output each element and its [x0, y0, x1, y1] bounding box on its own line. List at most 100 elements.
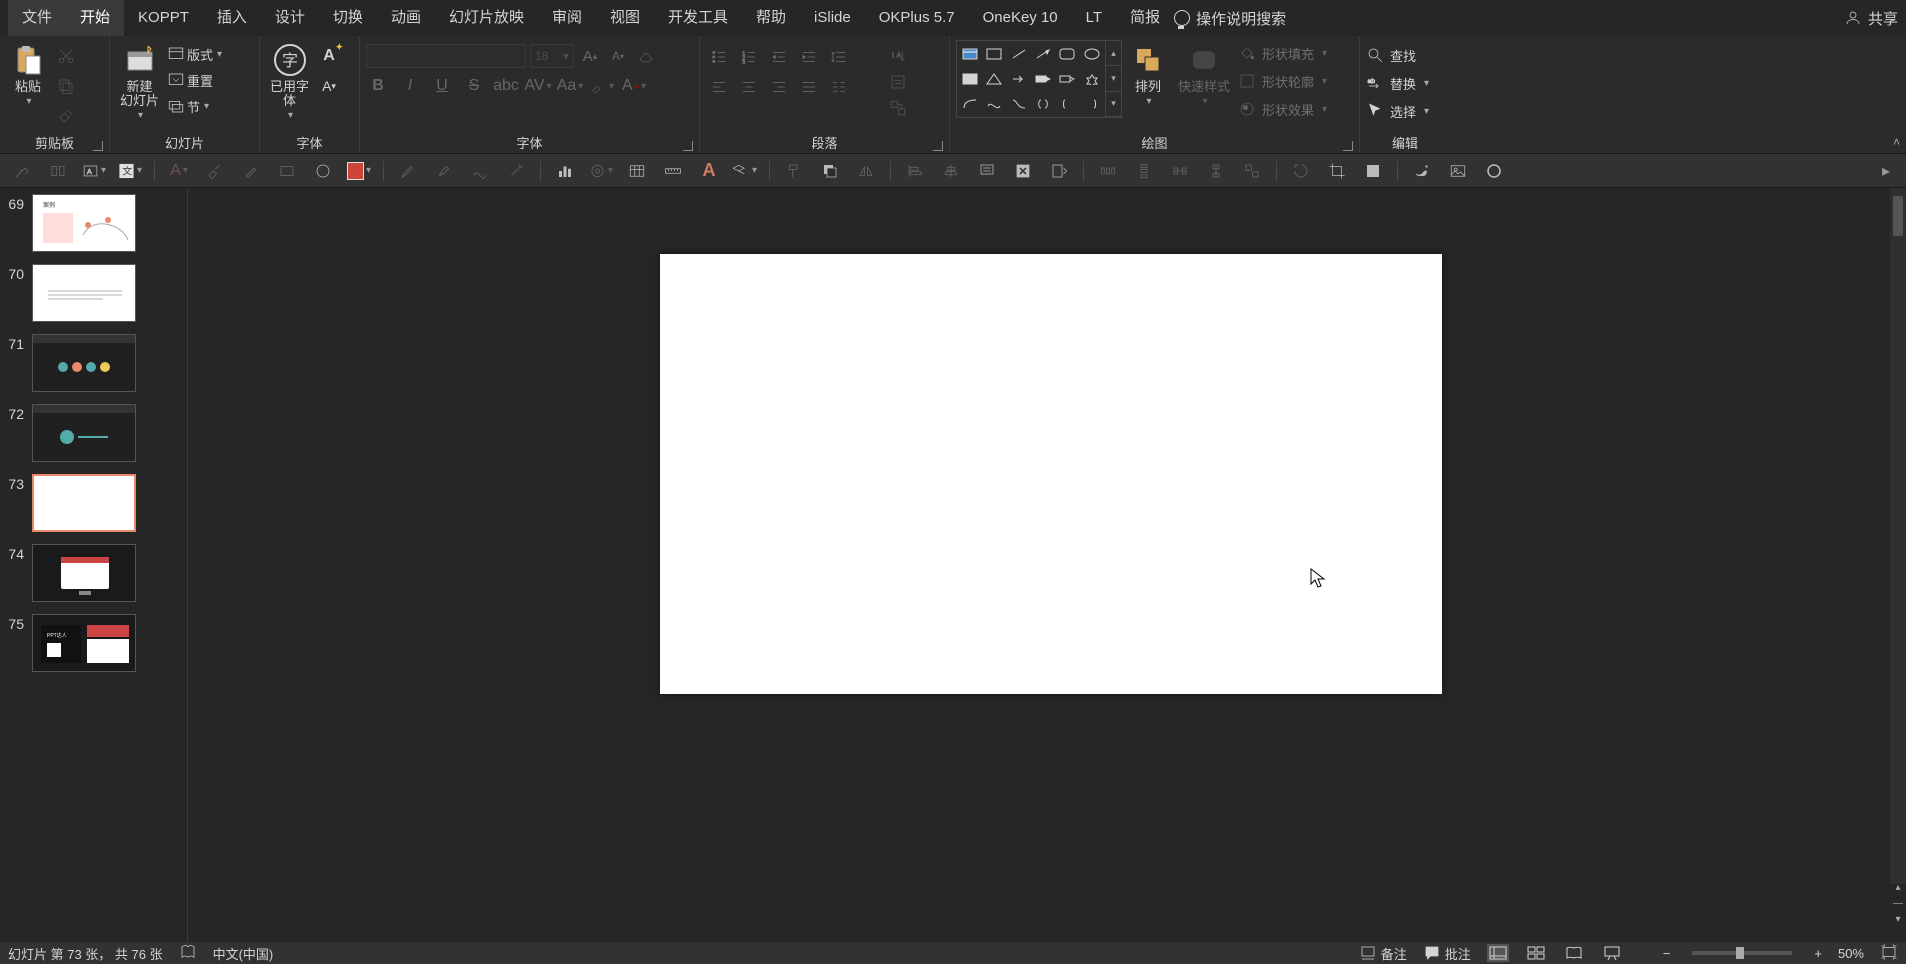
- zoom-slider[interactable]: [1692, 951, 1792, 955]
- t2-chart[interactable]: [553, 159, 577, 183]
- format-painter-button[interactable]: [54, 104, 78, 128]
- align-left-button[interactable]: [706, 74, 732, 100]
- menu-view[interactable]: 视图: [596, 0, 654, 36]
- slideshow-view-button[interactable]: [1601, 944, 1623, 962]
- menu-transitions[interactable]: 切换: [319, 0, 377, 36]
- share-button[interactable]: 共享: [1844, 8, 1898, 29]
- reset-button[interactable]: 重置: [167, 68, 222, 92]
- numbering-button[interactable]: 123: [736, 44, 762, 70]
- t2-eyedropper[interactable]: [10, 159, 34, 183]
- line-spacing-button[interactable]: [826, 44, 852, 70]
- t2-fillcolor[interactable]: ▾: [347, 159, 371, 183]
- t2-dist-2[interactable]: [1132, 159, 1156, 183]
- menu-koppt[interactable]: KOPPT: [124, 0, 203, 36]
- strikethrough-button[interactable]: S: [462, 74, 486, 98]
- shape-outline-button[interactable]: 形状轮廓▾: [1238, 68, 1327, 94]
- menu-design[interactable]: 设计: [261, 0, 319, 36]
- t2-layers[interactable]: [818, 159, 842, 183]
- fit-window-button[interactable]: [1880, 943, 1898, 964]
- t2-align-left[interactable]: [903, 159, 927, 183]
- drawing-launcher[interactable]: [1343, 141, 1353, 151]
- clipboard-launcher[interactable]: [93, 141, 103, 151]
- shape-fill-button[interactable]: 形状填充▾: [1238, 40, 1327, 66]
- thumbnail-74[interactable]: 74: [0, 538, 187, 608]
- t2-textbox[interactable]: A▾: [82, 159, 106, 183]
- t2-donut[interactable]: ▾: [589, 159, 613, 183]
- menu-help[interactable]: 帮助: [742, 0, 800, 36]
- smartart-convert-button[interactable]: [886, 96, 910, 120]
- align-center-button[interactable]: [736, 74, 762, 100]
- font-increase-hint[interactable]: A✦: [317, 44, 341, 68]
- t2-rotate[interactable]: [1289, 159, 1313, 183]
- change-case-button[interactable]: Aa▾: [558, 74, 582, 98]
- underline-button[interactable]: U: [430, 74, 454, 98]
- increase-font-button[interactable]: A▴: [578, 44, 602, 68]
- menu-home[interactable]: 开始: [66, 0, 124, 36]
- zoom-out-button[interactable]: −: [1663, 946, 1671, 961]
- slide-canvas[interactable]: [660, 254, 1442, 694]
- t2-table[interactable]: [625, 159, 649, 183]
- font-color-button[interactable]: A▾: [622, 74, 646, 98]
- shape-gallery-scroll[interactable]: ▴▾▾: [1106, 40, 1122, 118]
- menu-lt[interactable]: LT: [1072, 0, 1116, 36]
- t2-format-copy[interactable]: [782, 159, 806, 183]
- language-label[interactable]: 中文(中国): [213, 944, 274, 963]
- t2-dist-1[interactable]: [1096, 159, 1120, 183]
- t2-text-a[interactable]: 文▾: [118, 159, 142, 183]
- char-spacing-button[interactable]: AV▾: [526, 74, 550, 98]
- clear-formatting-button[interactable]: [634, 44, 658, 68]
- prev-slide-button[interactable]: ▴: [1890, 882, 1906, 896]
- layout-button[interactable]: 版式▾: [167, 42, 222, 66]
- new-slide-button[interactable]: 新建 幻灯片 ▾: [116, 40, 163, 123]
- thumbnail-pane[interactable]: 69 案例 70 71 72 73 74 75 PPT达人: [0, 188, 188, 944]
- vertical-scrollbar[interactable]: [1890, 188, 1906, 884]
- menu-developer[interactable]: 开发工具: [654, 0, 742, 36]
- t2-notes-panel[interactable]: [975, 159, 999, 183]
- t2-circle[interactable]: [311, 159, 335, 183]
- t2-font-a[interactable]: A▾: [167, 159, 191, 183]
- menu-briefing[interactable]: 简报: [1116, 0, 1174, 36]
- select-button[interactable]: 选择▾: [1366, 98, 1429, 124]
- increase-indent-button[interactable]: [796, 44, 822, 70]
- t2-highlighter[interactable]: [203, 159, 227, 183]
- justify-button[interactable]: [796, 74, 822, 100]
- notes-button[interactable]: 备注: [1359, 944, 1407, 963]
- section-button[interactable]: 节▾: [167, 94, 222, 118]
- thumbnail-71[interactable]: 71: [0, 328, 187, 398]
- tell-me-search[interactable]: 操作说明搜索: [1174, 8, 1286, 29]
- arrange-button[interactable]: 排列▾: [1126, 40, 1170, 109]
- used-font-button[interactable]: 字 已用字 体 ▾: [266, 40, 313, 123]
- decrease-font-button[interactable]: A▾: [606, 44, 630, 68]
- spellcheck-button[interactable]: [179, 943, 197, 964]
- zoom-slider-knob[interactable]: [1736, 947, 1744, 959]
- t2-dist-4[interactable]: [1204, 159, 1228, 183]
- paste-button[interactable]: 粘贴 ▾: [6, 40, 50, 109]
- align-right-button[interactable]: [766, 74, 792, 100]
- t2-circle2[interactable]: [1482, 159, 1506, 183]
- t2-wand[interactable]: [504, 159, 528, 183]
- t2-dropper2[interactable]: [239, 159, 263, 183]
- t2-flip-h[interactable]: [854, 159, 878, 183]
- t2-picture[interactable]: [1446, 159, 1470, 183]
- menu-slideshow[interactable]: 幻灯片放映: [435, 0, 538, 36]
- t2-align[interactable]: [46, 159, 70, 183]
- t2-more[interactable]: ▸: [1874, 159, 1898, 183]
- t2-curve[interactable]: [468, 159, 492, 183]
- align-text-button[interactable]: [886, 70, 910, 94]
- t2-text-effect[interactable]: A: [697, 159, 721, 183]
- thumbnail-69[interactable]: 69 案例: [0, 188, 187, 258]
- highlight-button[interactable]: ▾: [590, 74, 614, 98]
- reading-view-button[interactable]: [1563, 944, 1585, 962]
- zoom-in-button[interactable]: +: [1814, 946, 1822, 961]
- t2-delete-x[interactable]: [1011, 159, 1035, 183]
- t2-dist-3[interactable]: [1168, 159, 1192, 183]
- collapse-ribbon-button[interactable]: ˄: [1893, 135, 1900, 149]
- italic-button[interactable]: I: [398, 74, 422, 98]
- text-direction-button[interactable]: ІA: [886, 44, 910, 68]
- t2-align-center-h[interactable]: [939, 159, 963, 183]
- menu-file[interactable]: 文件: [8, 0, 66, 36]
- menu-onekey[interactable]: OneKey 10: [969, 0, 1072, 36]
- quick-styles-button[interactable]: 快速样式▾: [1174, 40, 1234, 109]
- decrease-indent-button[interactable]: [766, 44, 792, 70]
- paragraph-launcher[interactable]: [933, 141, 943, 151]
